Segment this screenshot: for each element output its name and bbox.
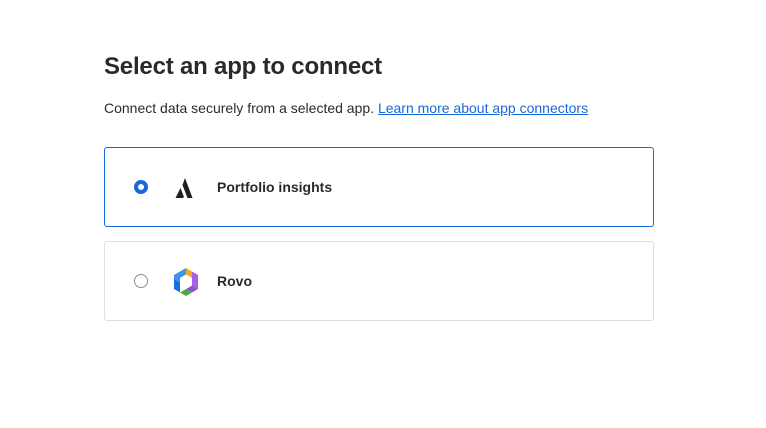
page-description: Connect data securely from a selected ap… xyxy=(104,100,588,116)
app-option-label: Portfolio insights xyxy=(217,179,333,195)
atlassian-logo-icon xyxy=(171,172,201,204)
page-title: Select an app to connect xyxy=(104,53,382,80)
radio-button-rovo[interactable] xyxy=(134,274,148,288)
learn-more-link[interactable]: Learn more about app connectors xyxy=(378,100,588,116)
radio-button-portfolio-insights[interactable] xyxy=(134,180,148,194)
app-option-rovo[interactable]: Rovo xyxy=(104,241,654,321)
app-option-portfolio-insights[interactable]: Portfolio insights xyxy=(104,147,654,227)
connect-app-page: Select an app to connect Connect data se… xyxy=(0,0,766,428)
rovo-logo-icon xyxy=(171,266,201,298)
description-text: Connect data securely from a selected ap… xyxy=(104,100,375,116)
app-option-label: Rovo xyxy=(217,273,252,289)
